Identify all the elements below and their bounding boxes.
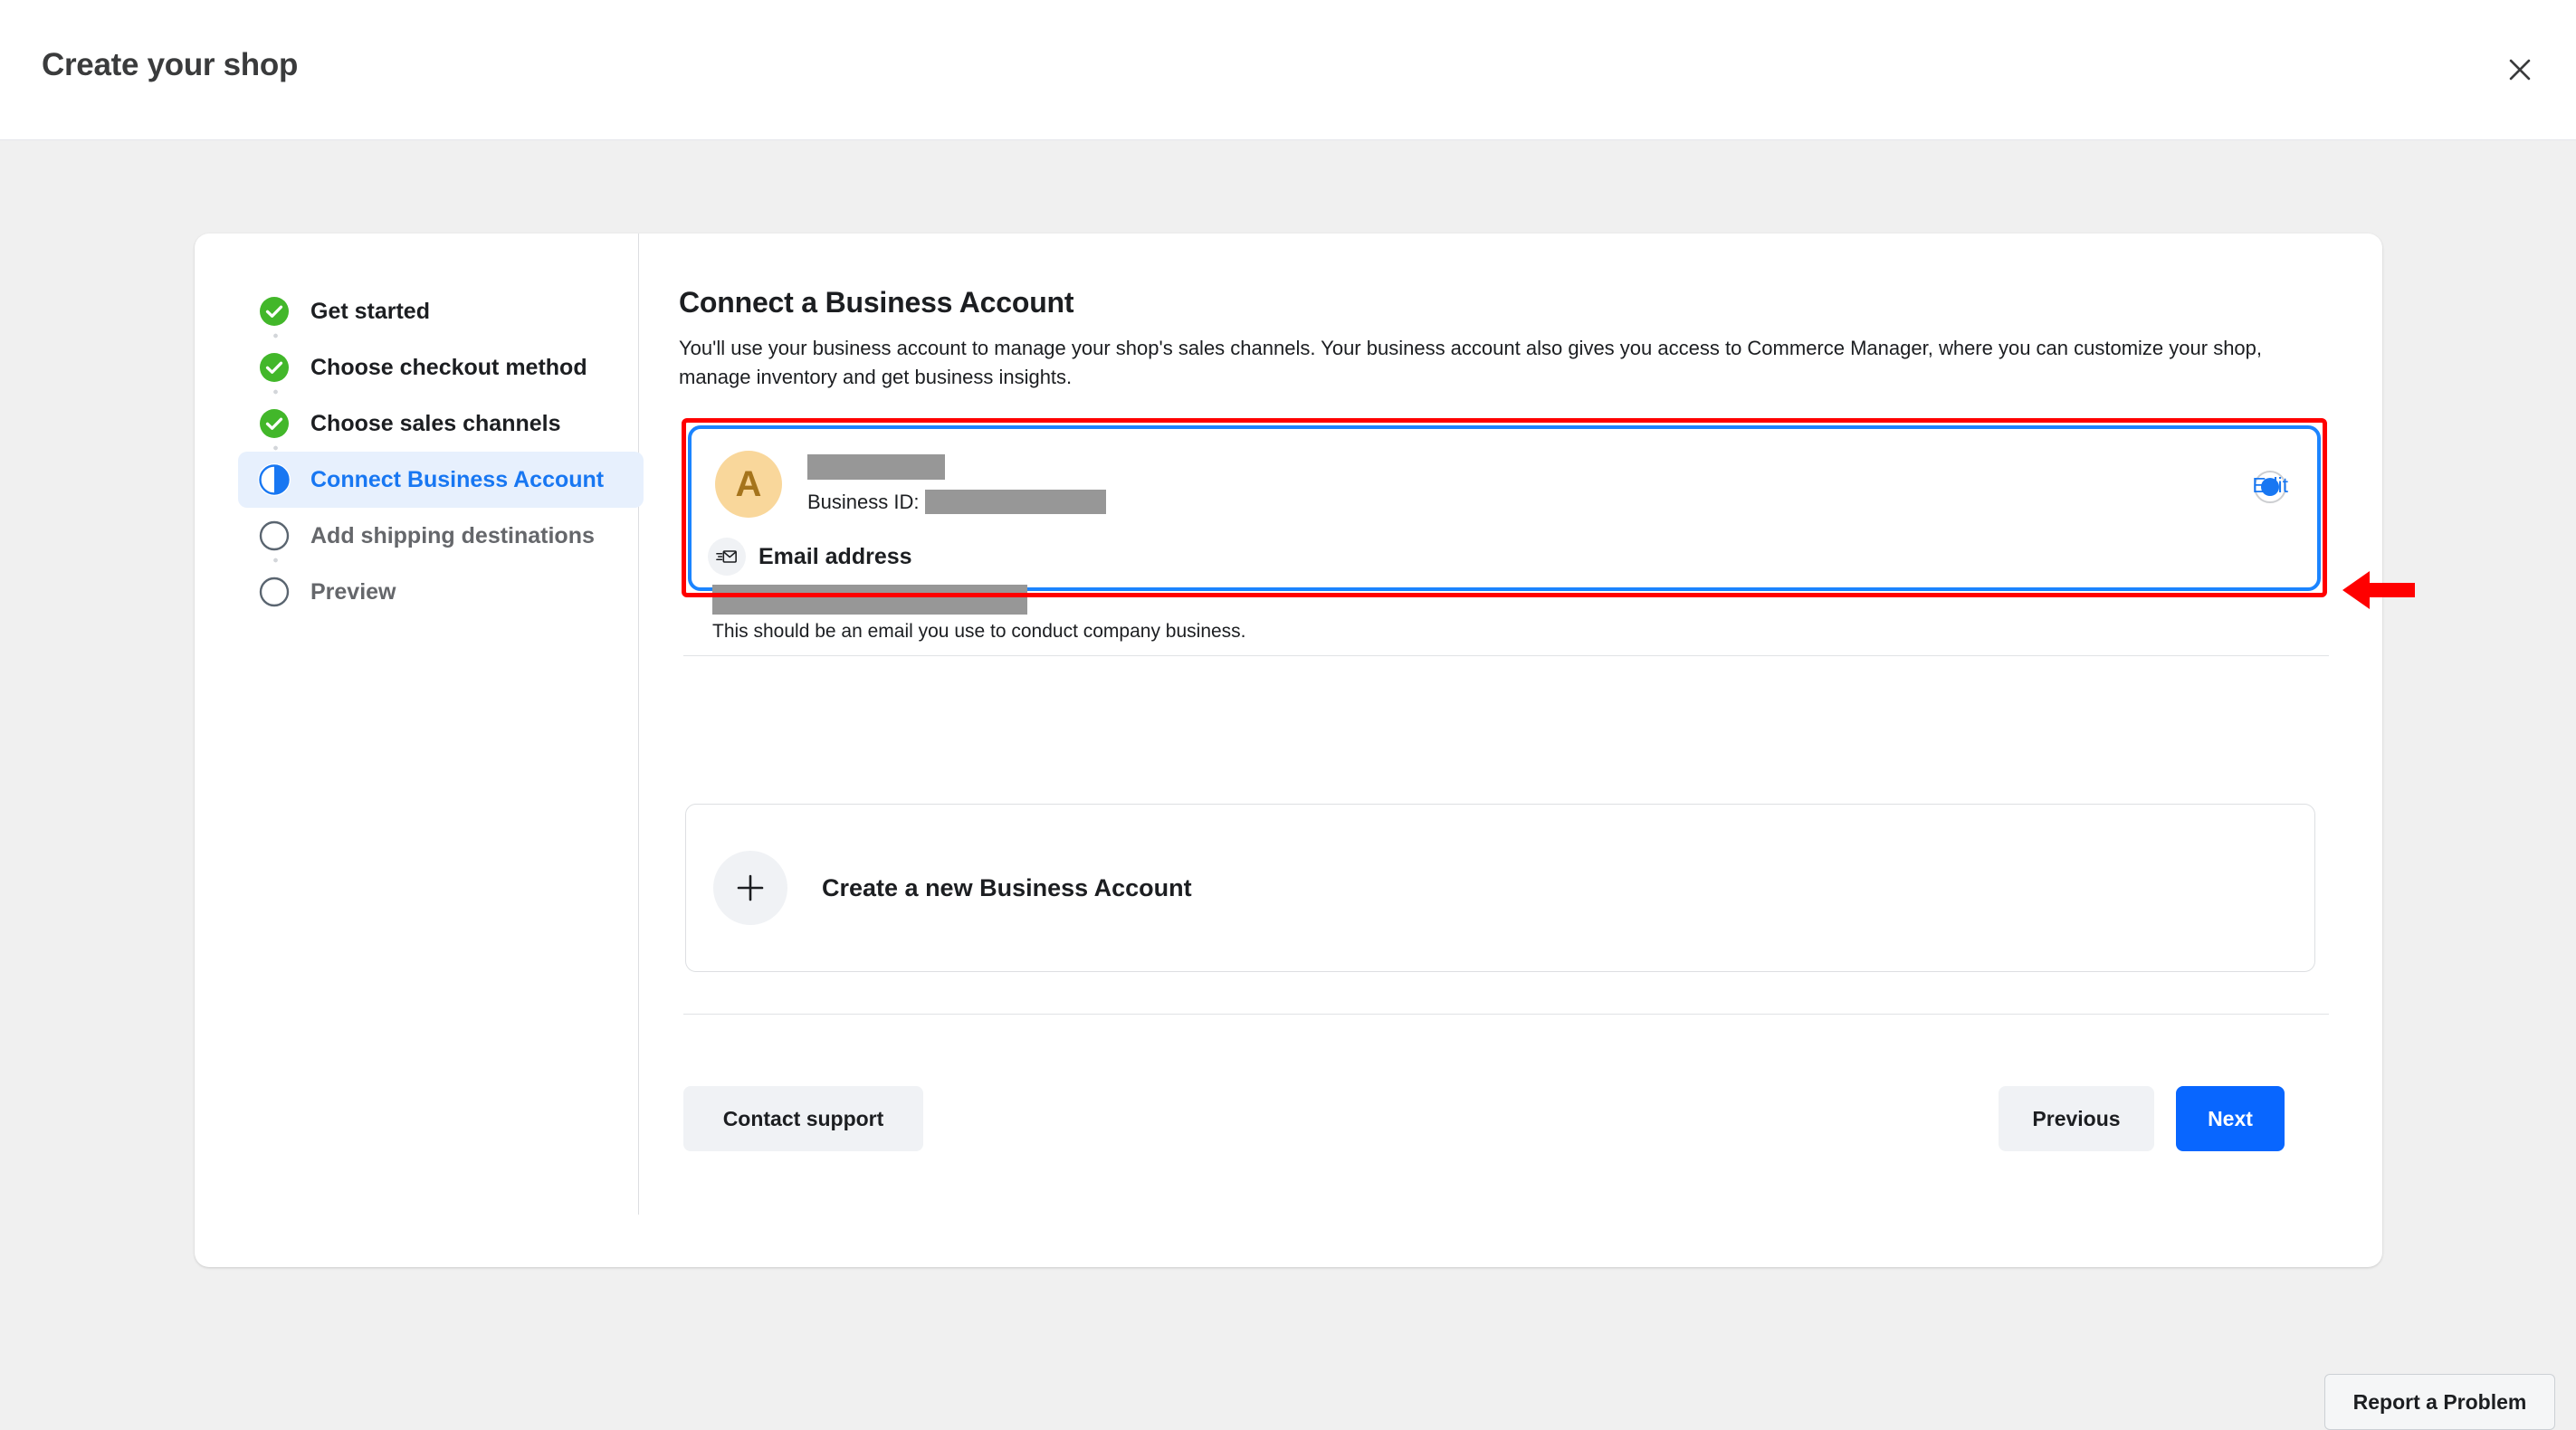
- email-address-redacted: [712, 585, 1027, 615]
- empty-circle-icon: [258, 520, 291, 552]
- empty-circle-icon: [258, 576, 291, 608]
- business-id-row: Business ID:: [807, 490, 1106, 514]
- business-meta: Business ID:: [807, 454, 1106, 514]
- business-id-redacted: [924, 490, 1106, 514]
- app-header: Create your shop: [0, 0, 2576, 140]
- report-a-problem-button[interactable]: Report a Problem: [2324, 1374, 2555, 1430]
- email-section-title: Email address: [758, 543, 912, 569]
- sidebar-item-connect-business-account[interactable]: Connect Business Account: [238, 452, 644, 508]
- check-circle-icon: [258, 407, 291, 440]
- previous-button[interactable]: Previous: [1999, 1086, 2154, 1151]
- next-button[interactable]: Next: [2176, 1086, 2285, 1151]
- sidebar-item-label: Preview: [310, 578, 396, 605]
- sidebar-item-choose-sales-channels[interactable]: Choose sales channels: [238, 396, 644, 452]
- plus-icon: [713, 851, 787, 925]
- sidebar-item-add-shipping-destinations[interactable]: Add shipping destinations: [238, 508, 644, 564]
- email-value-row: [712, 585, 2301, 615]
- create-business-account-label: Create a new Business Account: [822, 873, 1192, 901]
- email-section: Email address This should be an email yo…: [708, 538, 2301, 643]
- check-circle-icon: [258, 351, 291, 384]
- check-circle-icon: [258, 295, 291, 328]
- sidebar-item-label: Add shipping destinations: [310, 522, 595, 548]
- sidebar-item-label: Choose checkout method: [310, 354, 587, 380]
- close-icon: [2509, 59, 2531, 81]
- business-identity: A Business ID:: [715, 451, 1106, 518]
- contact-support-button[interactable]: Contact support: [683, 1086, 923, 1151]
- sidebar-item-preview[interactable]: Preview: [238, 564, 644, 620]
- content-header: Connect a Business Account You'll use yo…: [679, 286, 2319, 391]
- sidebar-item-get-started[interactable]: Get started: [238, 283, 644, 339]
- create-business-account-card[interactable]: Create a new Business Account: [685, 804, 2315, 972]
- envelope-send-icon: [708, 538, 746, 576]
- sidebar-item-label: Connect Business Account: [310, 466, 605, 492]
- section-description: You'll use your business account to mana…: [679, 337, 2263, 388]
- annotation-arrow-icon: [2342, 566, 2415, 615]
- business-name-redacted: [807, 454, 945, 480]
- step-navigation: Get started Choose checkout method Choos…: [238, 283, 644, 620]
- edit-email-link[interactable]: Edit: [2252, 473, 2288, 498]
- close-button[interactable]: [2491, 41, 2549, 99]
- sidebar-item-label: Choose sales channels: [310, 410, 561, 436]
- business-account-card[interactable]: A Business ID: Email address This should…: [688, 425, 2321, 642]
- avatar: A: [715, 451, 782, 518]
- footer-divider: [683, 1014, 2329, 1015]
- half-circle-icon: [258, 463, 291, 496]
- sidebar-item-label: Get started: [310, 298, 430, 324]
- section-title: Connect a Business Account: [679, 286, 1074, 319]
- sidebar-item-choose-checkout-method[interactable]: Choose checkout method: [238, 339, 644, 396]
- business-id-label: Business ID:: [807, 490, 920, 513]
- email-header: Email address: [708, 538, 2301, 576]
- email-help-text: This should be an email you use to condu…: [712, 621, 1246, 642]
- section-divider: [683, 655, 2329, 656]
- page-title: Create your shop: [42, 47, 299, 82]
